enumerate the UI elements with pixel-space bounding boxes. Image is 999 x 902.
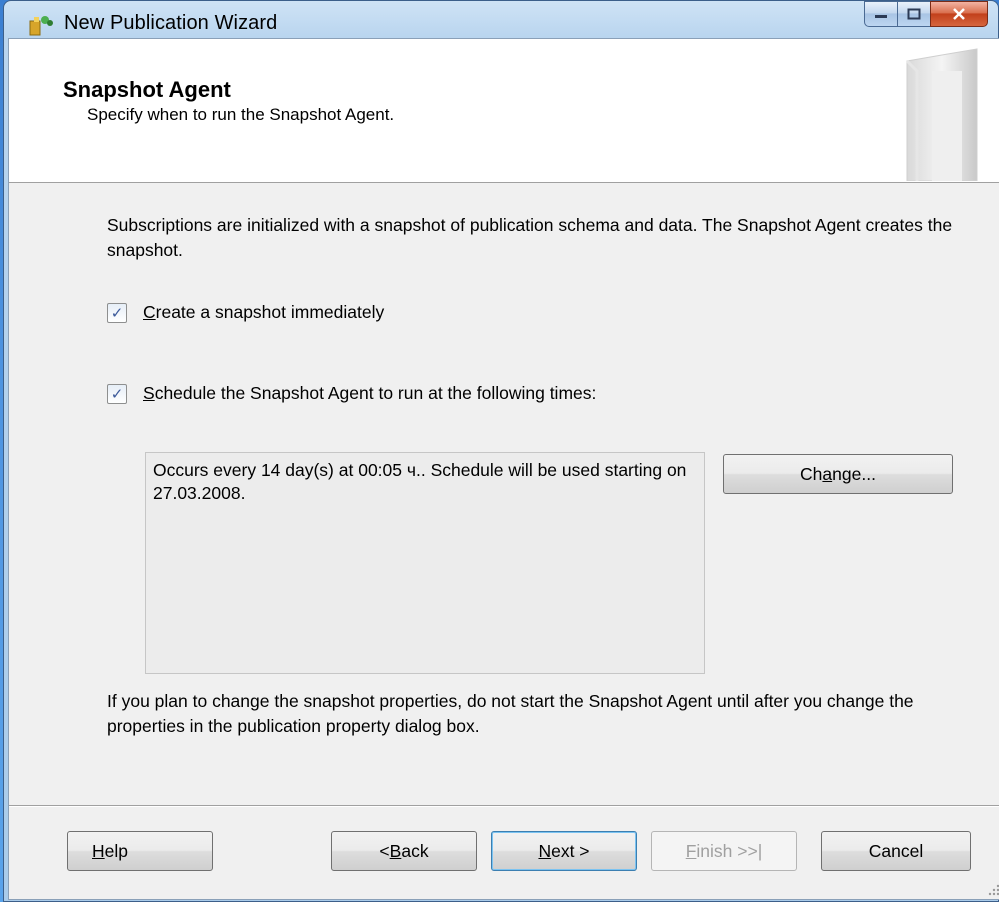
page-subtitle: Specify when to run the Snapshot Agent. [87, 105, 395, 124]
finish-button[interactable]: Finish >>| [651, 831, 797, 871]
title-bar[interactable]: New Publication Wizard [4, 1, 998, 39]
page-title: Snapshot Agent [63, 77, 231, 102]
cancel-button[interactable]: Cancel [821, 831, 971, 871]
maximize-button[interactable] [897, 1, 930, 27]
intro-text: Subscriptions are initialized with a sna… [107, 215, 953, 260]
caption-buttons [864, 1, 988, 27]
outro-text: If you plan to change the snapshot prope… [107, 691, 914, 736]
wizard-client-area: Snapshot Agent Specify when to run the S… [8, 38, 999, 900]
change-schedule-button[interactable]: Ch a nge... [723, 454, 953, 494]
window-title: New Publication Wizard [64, 12, 278, 34]
help-button[interactable]: Help [67, 831, 213, 871]
minimize-icon [875, 15, 887, 18]
wizard-header: Snapshot Agent Specify when to run the S… [9, 39, 999, 183]
schedule-agent-option[interactable]: ✓ Schedule the Snapshot Agent to run at … [107, 383, 596, 404]
back-button[interactable]: < Back [331, 831, 477, 871]
close-button[interactable] [930, 1, 988, 27]
footer-separator [9, 805, 999, 807]
create-snapshot-checkbox[interactable]: ✓ [107, 302, 127, 323]
resize-grip-icon[interactable] [987, 883, 999, 897]
checkmark-icon: ✓ [110, 385, 124, 403]
publication-book-graphic [905, 48, 978, 181]
maximize-icon [907, 8, 921, 20]
create-snapshot-option[interactable]: ✓ Create a snapshot immediately [107, 302, 384, 323]
schedule-description: Occurs every 14 day(s) at 00:05 ч.. Sche… [145, 452, 705, 674]
minimize-button[interactable] [864, 1, 897, 27]
schedule-agent-checkbox[interactable]: ✓ [107, 383, 127, 404]
schedule-agent-label: Schedule the Snapshot Agent to run at th… [143, 383, 597, 403]
create-snapshot-label: Create a snapshot immediately [143, 302, 385, 322]
close-icon [953, 8, 965, 20]
next-button[interactable]: Next > [491, 831, 637, 871]
checkmark-icon: ✓ [110, 304, 124, 322]
wizard-app-icon [29, 16, 53, 36]
